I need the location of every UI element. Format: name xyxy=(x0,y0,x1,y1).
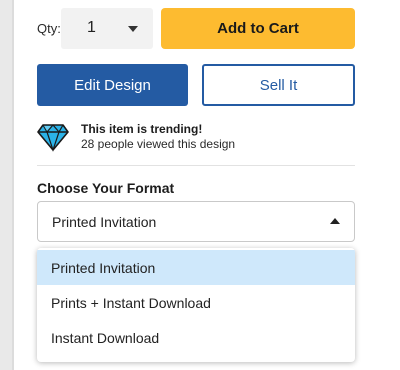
quantity-label: Qty: xyxy=(37,21,61,36)
trending-subtitle: 28 people viewed this design xyxy=(81,137,236,151)
diamond-icon xyxy=(37,124,69,152)
quantity-select[interactable]: 1 xyxy=(61,8,153,49)
add-to-cart-button[interactable]: Add to Cart xyxy=(161,8,355,49)
edit-design-button[interactable]: Edit Design xyxy=(37,64,188,106)
format-option-prints-instant-download[interactable]: Prints + Instant Download xyxy=(37,285,355,320)
chevron-down-icon xyxy=(128,26,138,32)
chevron-up-icon xyxy=(330,218,340,224)
format-dropdown-menu: Printed Invitation Prints + Instant Down… xyxy=(37,248,355,362)
page-background-edge xyxy=(0,0,14,370)
trending-title: This item is trending! xyxy=(81,122,203,136)
format-selected-value: Printed Invitation xyxy=(52,214,157,230)
format-heading: Choose Your Format xyxy=(37,180,175,196)
sell-it-button[interactable]: Sell It xyxy=(202,64,355,106)
format-select[interactable]: Printed Invitation xyxy=(37,201,355,242)
format-option-printed-invitation[interactable]: Printed Invitation xyxy=(37,250,355,285)
quantity-value: 1 xyxy=(87,19,96,36)
format-option-instant-download[interactable]: Instant Download xyxy=(37,320,355,355)
divider xyxy=(37,165,355,166)
